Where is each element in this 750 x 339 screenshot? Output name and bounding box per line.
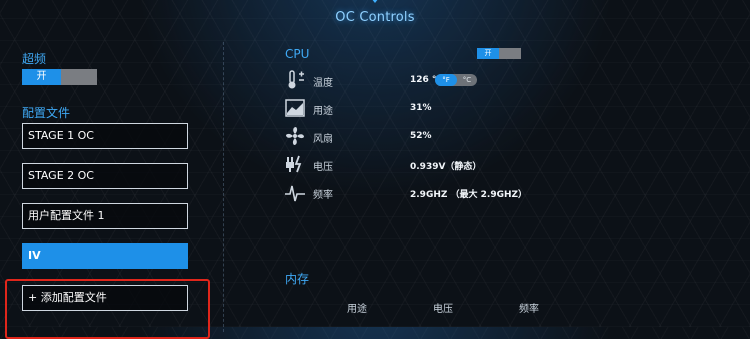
temperature-unit-toggle[interactable]: °F °C (435, 74, 477, 86)
thermometer-icon (288, 70, 304, 89)
toggle-on-label: 开 (22, 69, 61, 85)
cpu-toggle[interactable]: 开 (477, 48, 521, 59)
memory-column-usage: 用途 (347, 304, 367, 315)
panel-divider (223, 42, 224, 332)
unit-c-label: °C (462, 76, 472, 84)
memory-column-frequency: 频率 (519, 304, 539, 315)
metric-value-usage: 31% (410, 103, 432, 113)
profile-stage1-button[interactable]: STAGE 1 OC (22, 123, 188, 149)
metric-value-frequency: 2.9GHZ （最大 2.9GHZ） (410, 190, 528, 200)
metric-label-temperature: 温度 (313, 78, 333, 89)
voltage-plug-icon (286, 155, 302, 173)
highlight-annotation (5, 279, 210, 339)
chevron-down-icon (372, 0, 378, 4)
usage-graph-icon (285, 99, 305, 117)
page-title: OC Controls (335, 10, 415, 25)
profile-stage2-button[interactable]: STAGE 2 OC (22, 163, 188, 189)
metric-value-voltage: 0.939V（静态） (410, 162, 482, 172)
frequency-pulse-icon (285, 185, 305, 202)
metric-label-fan: 风扇 (313, 134, 333, 145)
fan-icon (286, 127, 304, 145)
metric-label-voltage: 电压 (313, 162, 333, 173)
memory-column-voltage: 电压 (433, 304, 453, 315)
cpu-section-title: CPU (285, 47, 310, 61)
cpu-toggle-on-label: 开 (477, 48, 499, 59)
metric-label-usage: 用途 (313, 106, 333, 117)
metric-value-fan: 52% (410, 131, 432, 141)
profile-iv-button[interactable]: IV (22, 243, 188, 269)
overclock-label: 超频 (22, 52, 47, 66)
profiles-label: 配置文件 (22, 106, 71, 120)
overclock-toggle[interactable]: 开 (22, 69, 97, 85)
profile-user1-button[interactable]: 用户配置文件 1 (22, 203, 188, 229)
unit-f-label: °F (435, 74, 457, 86)
metric-label-frequency: 频率 (313, 190, 333, 201)
memory-section-title: 内存 (285, 272, 310, 286)
